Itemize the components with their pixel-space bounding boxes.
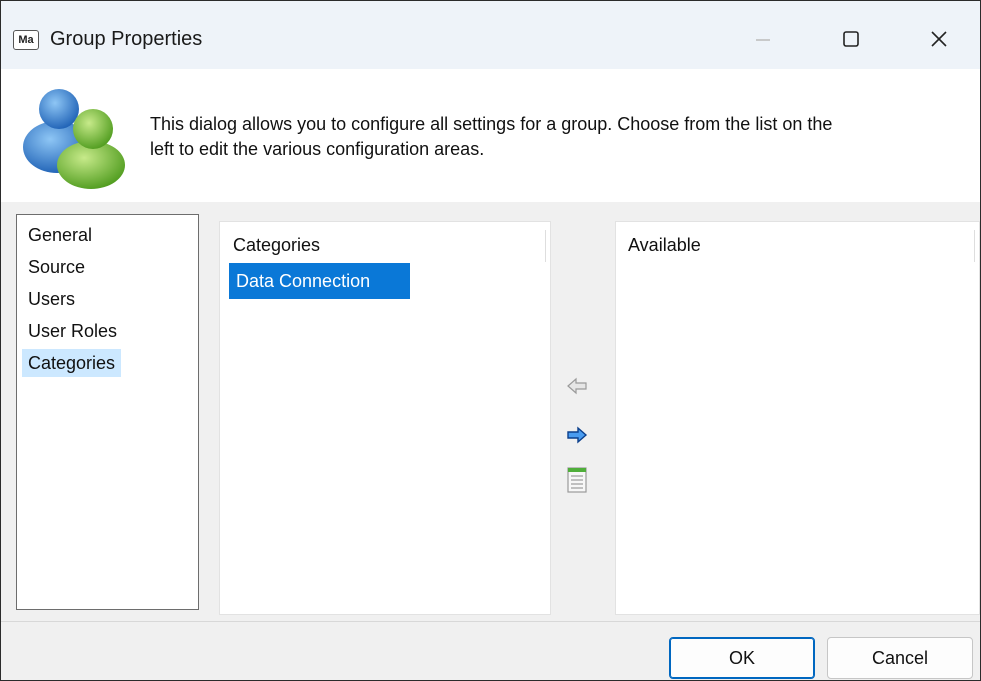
- arrow-left-icon[interactable]: [566, 375, 588, 397]
- users-group-icon: [23, 89, 125, 189]
- maximize-button[interactable]: [828, 19, 874, 59]
- group-properties-dialog: Ma Group Properties This dialog allows y…: [0, 0, 981, 681]
- dialog-header: This dialog allows you to configure all …: [1, 69, 980, 202]
- column-divider[interactable]: [545, 230, 546, 262]
- available-column-header[interactable]: Available: [628, 232, 701, 258]
- list-item-data-connection[interactable]: Data Connection: [229, 263, 410, 299]
- arrow-right-icon[interactable]: [566, 424, 588, 446]
- minimize-button[interactable]: [740, 19, 786, 59]
- nav-item-general[interactable]: General: [22, 221, 98, 249]
- nav-item-categories[interactable]: Categories: [22, 349, 122, 377]
- column-divider[interactable]: [974, 230, 975, 262]
- nav-item-user-roles[interactable]: User Roles: [22, 317, 123, 345]
- nav-item-users[interactable]: Users: [22, 285, 81, 313]
- maximize-icon: [843, 31, 859, 47]
- settings-nav-list[interactable]: General Source Users User Roles Categori…: [16, 214, 199, 610]
- categories-list[interactable]: Categories Data Connection: [219, 221, 551, 615]
- close-icon: [931, 31, 947, 47]
- categories-column-header[interactable]: Categories: [233, 232, 320, 258]
- ok-button[interactable]: OK: [669, 637, 815, 679]
- app-logo-icon: Ma: [13, 30, 39, 50]
- available-list[interactable]: Available: [615, 221, 980, 615]
- window-title: Group Properties: [50, 28, 203, 50]
- minimize-icon: [756, 39, 770, 41]
- title-bar: Ma Group Properties: [1, 1, 980, 69]
- cancel-button[interactable]: Cancel: [827, 637, 973, 679]
- footer-divider: [1, 621, 980, 622]
- nav-item-source[interactable]: Source: [22, 253, 91, 281]
- list-document-icon[interactable]: [567, 467, 587, 493]
- dialog-description: This dialog allows you to configure all …: [150, 114, 833, 159]
- close-button[interactable]: [916, 19, 962, 59]
